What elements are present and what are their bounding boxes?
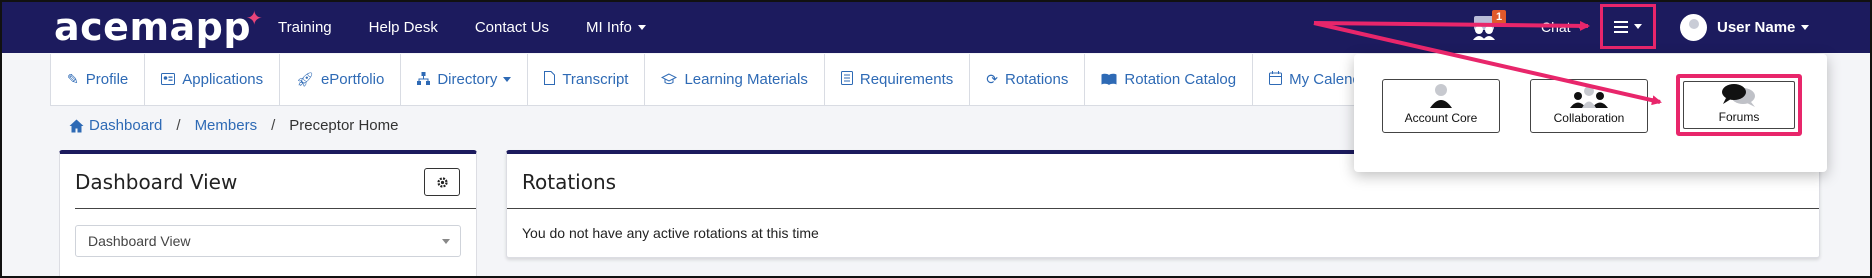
users-icon bbox=[1570, 86, 1608, 108]
breadcrumb: Dashboard / Members / Preceptor Home bbox=[69, 117, 398, 134]
subnav-label: Requirements bbox=[859, 71, 954, 88]
pencil-icon: ✎ bbox=[67, 71, 79, 87]
subnav-label: Transcript bbox=[562, 71, 629, 88]
breadcrumb-separator: / bbox=[176, 117, 181, 134]
forums-tile-inner: Forums bbox=[1683, 81, 1795, 129]
card-divider bbox=[507, 208, 1819, 209]
file-icon bbox=[544, 71, 556, 88]
select-value: Dashboard View bbox=[88, 233, 191, 249]
list-icon bbox=[840, 71, 853, 88]
top-nav: Training Help Desk Contact Us MI Info bbox=[278, 2, 683, 53]
hamburger-icon bbox=[1614, 20, 1628, 33]
tile-label: Account Core bbox=[1404, 111, 1478, 125]
tile-label: Collaboration bbox=[1553, 111, 1625, 125]
page-frame: acemapp ✦ Training Help Desk Contact Us … bbox=[0, 0, 1872, 278]
subnav-directory[interactable]: Directory bbox=[401, 54, 529, 105]
rocket-icon: 🚀︎ bbox=[296, 71, 314, 87]
subnav-label: Rotations bbox=[1004, 71, 1069, 88]
user-icon bbox=[1430, 84, 1452, 108]
nav-help-desk[interactable]: Help Desk bbox=[369, 19, 438, 36]
breadcrumb-current: Preceptor Home bbox=[289, 117, 399, 134]
graduation-cap-icon bbox=[661, 72, 678, 88]
subnav-label: Applications bbox=[182, 71, 264, 88]
refresh-icon: ⟳ bbox=[986, 71, 998, 87]
dashboard-view-card: Dashboard View Dashboard View bbox=[59, 150, 477, 276]
card-divider bbox=[75, 208, 476, 209]
logo-text: acemapp bbox=[54, 5, 252, 49]
chevron-down-icon bbox=[1576, 24, 1585, 30]
forums-tile[interactable]: Forums bbox=[1676, 74, 1802, 136]
card-title: Dashboard View bbox=[75, 170, 238, 194]
subnav-rotations[interactable]: ⟳ Rotations bbox=[970, 54, 1086, 105]
subnav-eportfolio[interactable]: 🚀︎ ePortfolio bbox=[280, 54, 402, 105]
gear-icon bbox=[436, 176, 448, 188]
breadcrumb-dashboard[interactable]: Dashboard bbox=[89, 117, 162, 134]
chevron-down-icon bbox=[503, 77, 512, 82]
subnav-learning-materials[interactable]: Learning Materials bbox=[645, 54, 825, 105]
acemapp-logo[interactable]: acemapp ✦ bbox=[54, 5, 263, 49]
id-card-icon bbox=[161, 72, 176, 88]
chevron-down-icon bbox=[1634, 24, 1642, 29]
chevron-down-icon bbox=[637, 25, 646, 30]
dashboard-settings-button[interactable] bbox=[424, 168, 460, 196]
chevron-down-icon bbox=[1801, 25, 1810, 30]
top-navbar: acemapp ✦ Training Help Desk Contact Us … bbox=[2, 2, 1870, 53]
subnav-label: Profile bbox=[85, 71, 129, 88]
book-open-icon bbox=[1101, 72, 1117, 88]
avatar bbox=[1680, 14, 1707, 41]
subnav-applications[interactable]: Applications bbox=[145, 54, 281, 105]
subnav-label: ePortfolio bbox=[320, 71, 385, 88]
sitemap-icon bbox=[417, 71, 431, 88]
chat-label: Chat bbox=[1541, 19, 1571, 35]
breadcrumb-separator: / bbox=[271, 117, 276, 134]
subnav-rotation-catalog[interactable]: Rotation Catalog bbox=[1085, 54, 1254, 105]
collaboration-tile[interactable]: Collaboration bbox=[1530, 79, 1648, 133]
subnav-label: Learning Materials bbox=[684, 71, 808, 88]
nav-mi-info-label: MI Info bbox=[586, 19, 632, 36]
chevron-down-icon bbox=[442, 239, 450, 244]
nav-training[interactable]: Training bbox=[278, 19, 332, 36]
subnav-label: Rotation Catalog bbox=[1124, 71, 1237, 88]
subnav-label: Directory bbox=[437, 71, 498, 88]
tile-label: Forums bbox=[1718, 110, 1760, 124]
notifications-button[interactable]: 1 bbox=[1470, 10, 1507, 42]
apps-menu-button[interactable] bbox=[1600, 4, 1656, 49]
logo-spark-icon: ✦ bbox=[245, 6, 264, 30]
subnav-requirements[interactable]: Requirements bbox=[825, 54, 971, 105]
dashboard-view-select[interactable]: Dashboard View bbox=[75, 225, 461, 257]
account-core-tile[interactable]: Account Core bbox=[1382, 79, 1500, 133]
subnav-transcript[interactable]: Transcript bbox=[528, 54, 646, 105]
user-name: User Name bbox=[1717, 19, 1796, 36]
comments-icon bbox=[1722, 84, 1755, 107]
user-menu[interactable]: User Name bbox=[1680, 14, 1810, 41]
subnav-profile[interactable]: ✎ Profile bbox=[51, 54, 146, 105]
home-icon bbox=[69, 119, 84, 132]
apps-dropdown-menu: Account Core Collaboration Forums bbox=[1354, 54, 1827, 172]
breadcrumb-members[interactable]: Members bbox=[195, 117, 258, 134]
secondary-nav: ✎ Profile Applications 🚀︎ ePortfolio Direc… bbox=[50, 54, 1490, 106]
nav-mi-info[interactable]: MI Info bbox=[586, 19, 646, 36]
nav-contact-us[interactable]: Contact Us bbox=[475, 19, 549, 36]
notification-badge: 1 bbox=[1492, 10, 1507, 24]
rotations-empty-message: You do not have any active rotations at … bbox=[522, 225, 819, 241]
chat-menu[interactable]: Chat bbox=[1541, 19, 1585, 35]
calendar-icon bbox=[1269, 71, 1283, 88]
card-title: Rotations bbox=[522, 170, 617, 194]
